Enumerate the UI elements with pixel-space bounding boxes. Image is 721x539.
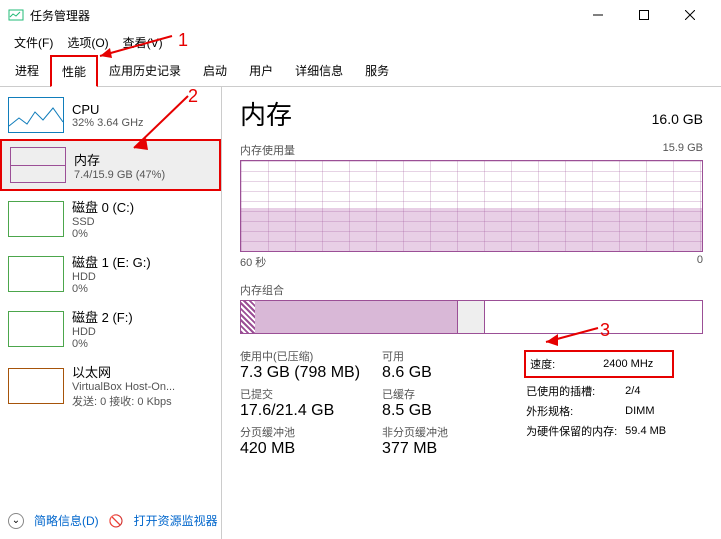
hwres-val: 59.4 MB — [625, 422, 672, 440]
sidebar-mem-title: 内存 — [74, 150, 165, 169]
sidebar-item-disk1[interactable]: 磁盘 1 (E: G:) HDD 0% — [0, 246, 221, 301]
footer: ⌄ 简略信息(D) 🚫 打开资源监视器 — [8, 512, 218, 529]
tab-details[interactable]: 详细信息 — [284, 55, 354, 86]
content: CPU 32% 3.64 GHz 内存 7.4/15.9 GB (47%) 磁盘… — [0, 87, 721, 539]
avail-value: 8.6 GB — [382, 364, 502, 382]
nonpaged-label: 非分页缓冲池 — [382, 424, 502, 440]
tab-startup[interactable]: 启动 — [192, 55, 238, 86]
tab-performance[interactable]: 性能 — [50, 55, 98, 87]
sidebar-disk1-sub2: 0% — [72, 283, 151, 295]
usage-label: 内存使用量 — [240, 142, 295, 158]
avail-label: 可用 — [382, 348, 502, 364]
menu-options[interactable]: 选项(O) — [61, 32, 114, 53]
speed-val: 2400 MHz — [563, 355, 659, 373]
sidebar-disk2-sub1: HDD — [72, 326, 133, 338]
fewer-details-link[interactable]: 简略信息(D) — [34, 512, 99, 529]
commit-value: 17.6/21.4 GB — [240, 402, 360, 420]
inuse-value: 7.3 GB (798 MB) — [240, 364, 360, 382]
sidebar-disk0-sub1: SSD — [72, 216, 134, 228]
titlebar: 任务管理器 — [0, 0, 721, 30]
sidebar-disk1-sub1: HDD — [72, 271, 151, 283]
disk2-thumb — [8, 311, 64, 347]
paged-value: 420 MB — [240, 440, 360, 458]
memory-total: 16.0 GB — [652, 111, 703, 127]
sidebar-item-ethernet[interactable]: 以太网 VirtualBox Host-On... 发送: 0 接收: 0 Kb… — [0, 356, 221, 415]
eth-thumb — [8, 368, 64, 404]
tab-users[interactable]: 用户 — [238, 55, 284, 86]
slots-val: 2/4 — [625, 382, 672, 400]
sidebar-disk0-sub2: 0% — [72, 228, 134, 240]
sidebar-item-memory[interactable]: 内存 7.4/15.9 GB (47%) — [0, 139, 221, 191]
sidebar-disk2-title: 磁盘 2 (F:) — [72, 307, 133, 326]
paged-label: 分页缓冲池 — [240, 424, 360, 440]
axis-right: 0 — [697, 254, 703, 270]
minimize-button[interactable] — [575, 0, 621, 30]
cached-value: 8.5 GB — [382, 402, 502, 420]
tab-apphistory[interactable]: 应用历史记录 — [98, 55, 192, 86]
disk0-thumb — [8, 201, 64, 237]
app-icon — [8, 7, 24, 23]
collapse-icon[interactable]: ⌄ — [8, 513, 24, 529]
cached-label: 已缓存 — [382, 386, 502, 402]
sidebar[interactable]: CPU 32% 3.64 GHz 内存 7.4/15.9 GB (47%) 磁盘… — [0, 87, 222, 539]
form-key: 外形规格: — [526, 402, 623, 420]
menu-view[interactable]: 查看(V) — [117, 32, 169, 53]
sidebar-eth-sub1: VirtualBox Host-On... — [72, 381, 175, 393]
form-val: DIMM — [625, 402, 672, 420]
stats-grid: 使用中(已压缩) 7.3 GB (798 MB) 可用 8.6 GB 已提交 1… — [240, 348, 502, 458]
disk1-thumb — [8, 256, 64, 292]
sidebar-eth-sub2: 发送: 0 接收: 0 Kbps — [72, 393, 175, 409]
slots-key: 已使用的插槽: — [526, 382, 623, 400]
resmon-icon: 🚫 — [109, 514, 124, 528]
tab-processes[interactable]: 进程 — [4, 55, 50, 86]
tabbar: 进程 性能 应用历史记录 启动 用户 详细信息 服务 — [0, 55, 721, 87]
sidebar-disk0-title: 磁盘 0 (C:) — [72, 197, 134, 216]
mem-thumb — [10, 147, 66, 183]
sidebar-eth-title: 以太网 — [72, 362, 175, 381]
commit-label: 已提交 — [240, 386, 360, 402]
sidebar-cpu-sub: 32% 3.64 GHz — [72, 117, 144, 129]
hwres-key: 为硬件保留的内存: — [526, 422, 623, 440]
cpu-thumb — [8, 97, 64, 133]
sidebar-item-disk0[interactable]: 磁盘 0 (C:) SSD 0% — [0, 191, 221, 246]
memory-properties: 速度: 2400 MHz 已使用的插槽:2/4 外形规格:DIMM 为硬件保留的… — [522, 348, 676, 458]
speed-key: 速度: — [530, 355, 561, 373]
memory-usage-chart[interactable] — [240, 160, 703, 252]
menubar: 文件(F) 选项(O) 查看(V) — [0, 30, 721, 55]
close-button[interactable] — [667, 0, 713, 30]
menu-file[interactable]: 文件(F) — [8, 32, 59, 53]
sidebar-item-disk2[interactable]: 磁盘 2 (F:) HDD 0% — [0, 301, 221, 356]
sidebar-item-cpu[interactable]: CPU 32% 3.64 GHz — [0, 91, 221, 139]
inuse-label: 使用中(已压缩) — [240, 348, 360, 364]
sidebar-mem-sub: 7.4/15.9 GB (47%) — [74, 169, 165, 181]
main-panel: 内存 16.0 GB 内存使用量 15.9 GB 60 秒 0 内存组合 使用中… — [222, 87, 721, 539]
sidebar-disk1-title: 磁盘 1 (E: G:) — [72, 252, 151, 271]
composition-label: 内存组合 — [240, 282, 703, 298]
sidebar-disk2-sub2: 0% — [72, 338, 133, 350]
window-title: 任务管理器 — [30, 7, 575, 24]
tab-services[interactable]: 服务 — [354, 55, 400, 86]
usage-max: 15.9 GB — [663, 142, 703, 158]
page-title: 内存 — [240, 95, 292, 132]
maximize-button[interactable] — [621, 0, 667, 30]
open-resmon-link[interactable]: 打开资源监视器 — [134, 512, 218, 529]
memory-composition-bar[interactable] — [240, 300, 703, 334]
sidebar-cpu-title: CPU — [72, 102, 144, 117]
nonpaged-value: 377 MB — [382, 440, 502, 458]
axis-left: 60 秒 — [240, 254, 266, 270]
